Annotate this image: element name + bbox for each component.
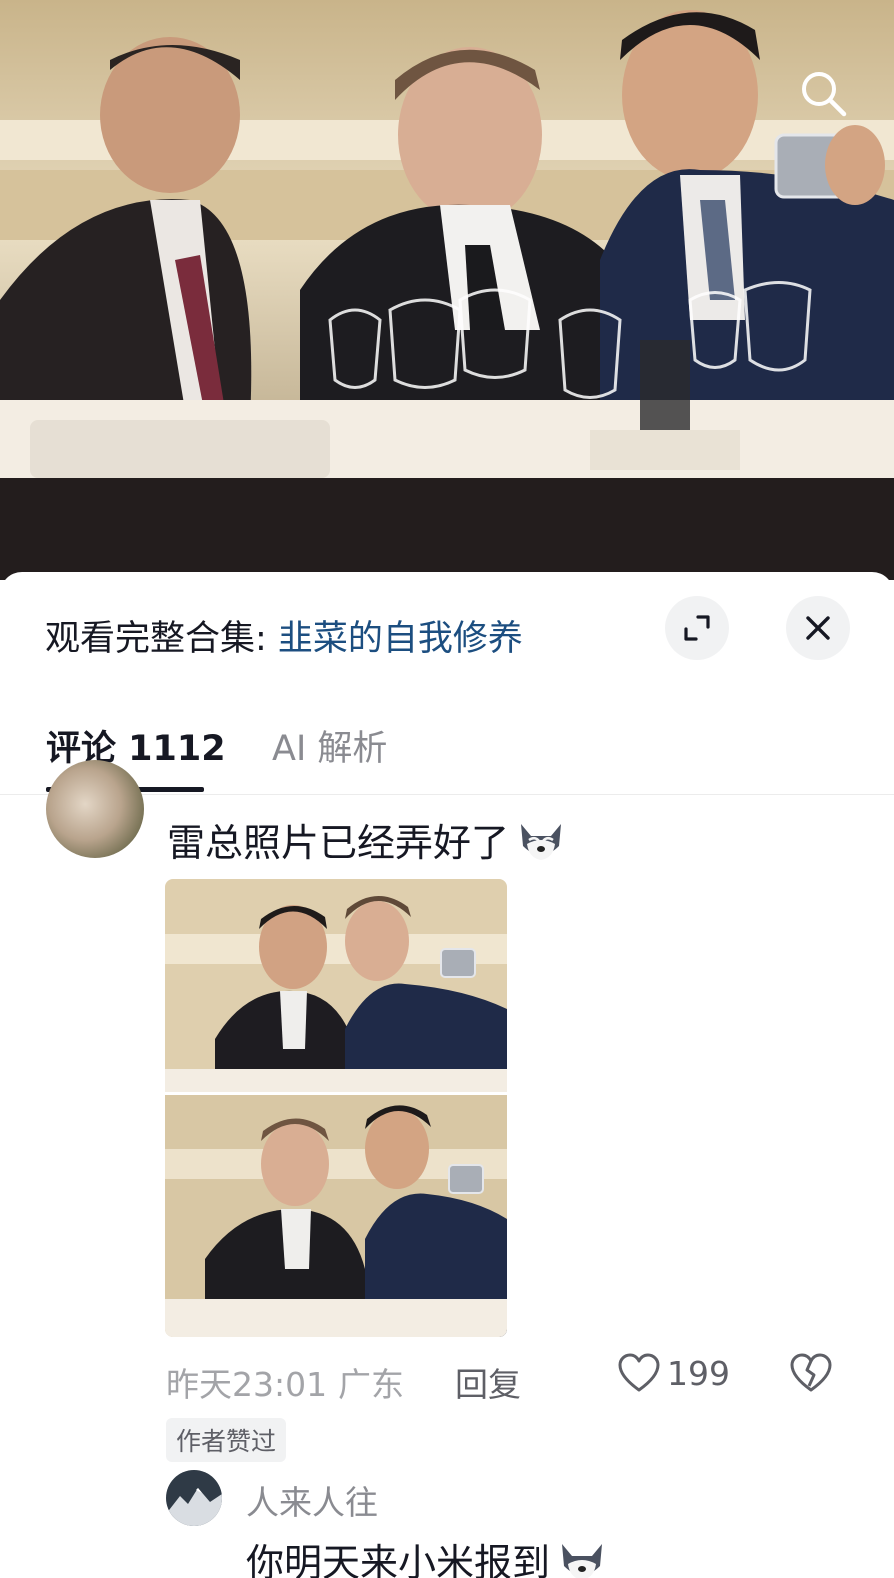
- commenter-avatar[interactable]: [46, 760, 144, 858]
- comment-image[interactable]: [165, 879, 507, 1337]
- collection-prefix: 观看完整合集:: [45, 619, 278, 659]
- comment-location: 广东: [338, 1365, 404, 1404]
- reply-username[interactable]: 人来人往: [246, 1476, 378, 1524]
- search-icon[interactable]: [796, 66, 852, 122]
- comments-sheet: 观看完整合集: 韭菜的自我修养 评论 1112 AI 解析 雷总照片已经弄好了: [0, 572, 894, 1578]
- author-liked-badge: 作者赞过: [166, 1418, 287, 1462]
- expand-icon: [684, 615, 710, 641]
- collection-banner[interactable]: 观看完整合集: 韭菜的自我修养: [45, 610, 523, 661]
- dislike-button[interactable]: [789, 1352, 833, 1398]
- tab-comments[interactable]: 评论 1112: [46, 720, 226, 771]
- tab-ai-analysis[interactable]: AI 解析: [272, 720, 387, 771]
- reply-text: 你明天来小米报到: [246, 1532, 608, 1578]
- broken-heart-icon: [790, 1353, 832, 1392]
- video-player[interactable]: [0, 0, 894, 580]
- reply-button[interactable]: 回复: [455, 1358, 521, 1406]
- like-button[interactable]: 199: [617, 1352, 730, 1394]
- video-frame-image: [0, 0, 894, 478]
- husky-emoji-icon: [521, 823, 562, 860]
- heart-icon: [618, 1353, 660, 1392]
- comment-body: 雷总照片已经弄好了: [167, 821, 510, 865]
- close-button[interactable]: [786, 596, 850, 660]
- like-count: 199: [667, 1353, 730, 1393]
- collection-link[interactable]: 韭菜的自我修养: [278, 619, 523, 659]
- reply-body: 你明天来小米报到: [246, 1541, 551, 1578]
- close-icon: [806, 616, 830, 640]
- reply-avatar[interactable]: [166, 1470, 222, 1526]
- comment-text: 雷总照片已经弄好了: [167, 812, 567, 867]
- expand-button[interactable]: [665, 596, 729, 660]
- husky-emoji-icon: [562, 1543, 603, 1578]
- comment-time: 昨天23:01: [166, 1365, 328, 1404]
